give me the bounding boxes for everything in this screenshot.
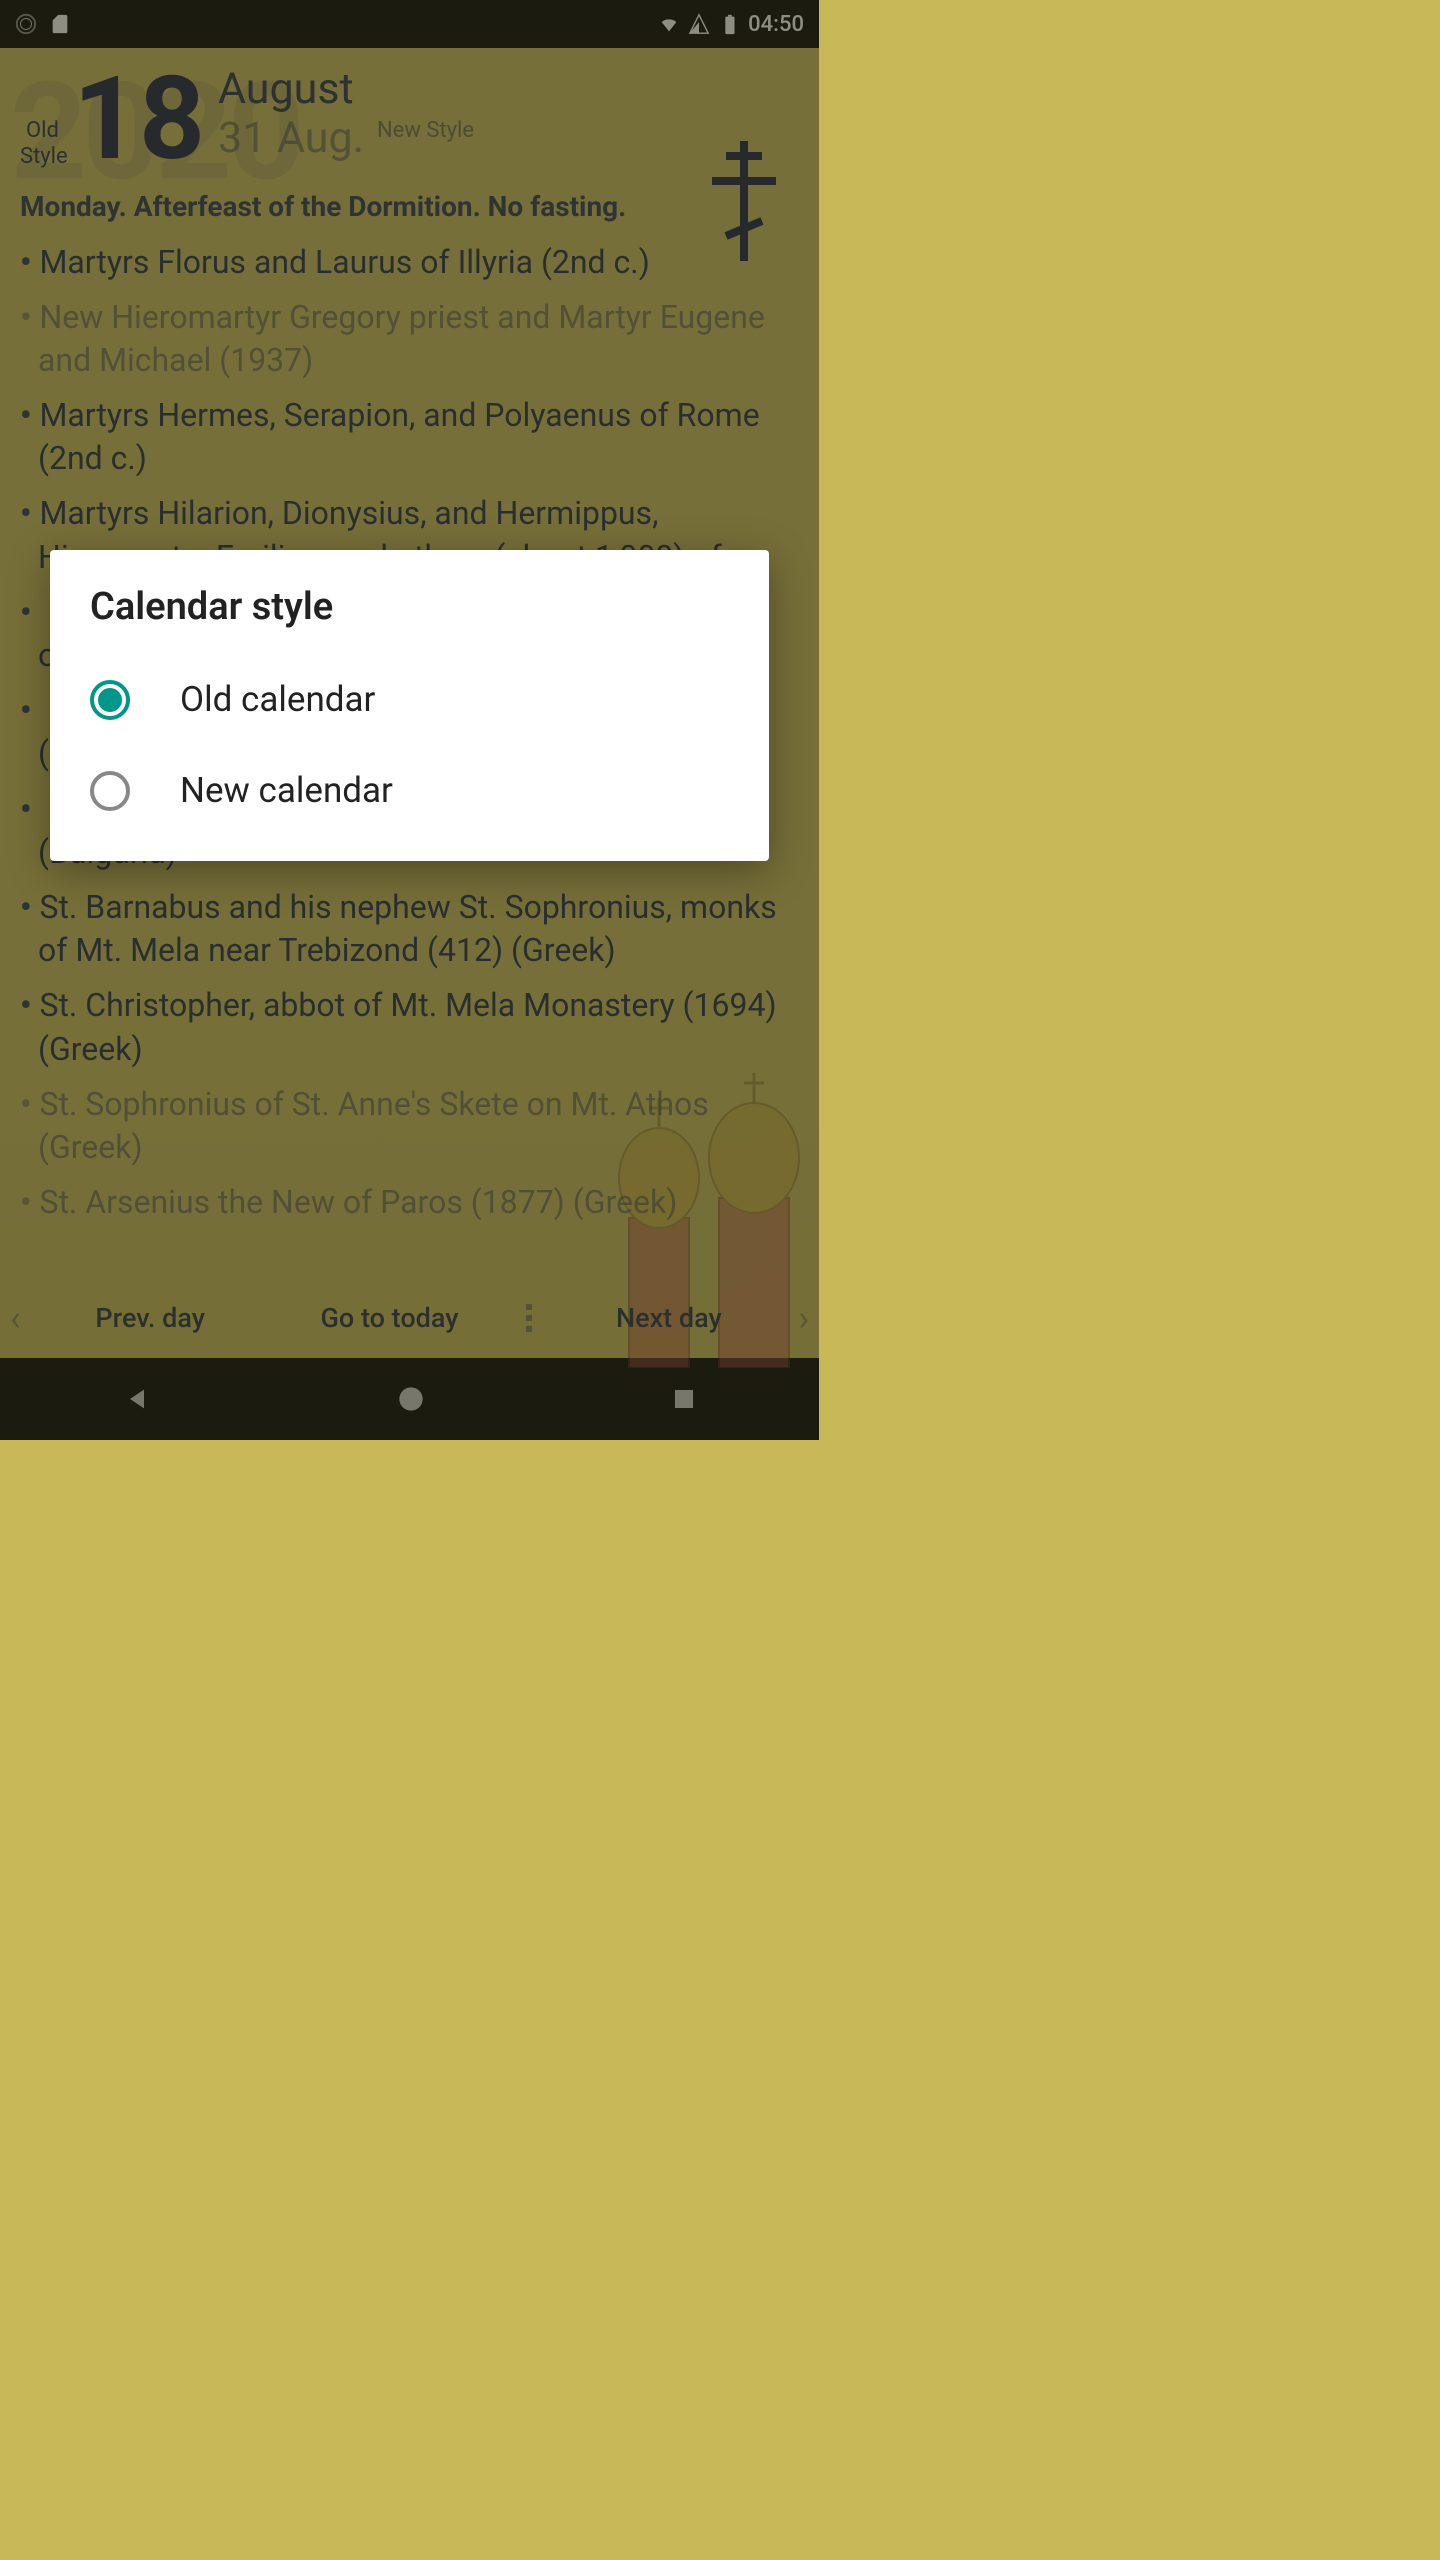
radio-label: New calendar (180, 770, 393, 811)
radio-button-unchecked-icon (90, 771, 130, 811)
radio-button-checked-icon (90, 680, 130, 720)
radio-label: Old calendar (180, 679, 375, 720)
radio-option-old-calendar[interactable]: Old calendar (90, 664, 729, 735)
dialog-title: Calendar style (90, 585, 729, 629)
radio-option-new-calendar[interactable]: New calendar (90, 755, 729, 826)
calendar-style-dialog: Calendar style Old calendar New calendar (50, 550, 769, 861)
